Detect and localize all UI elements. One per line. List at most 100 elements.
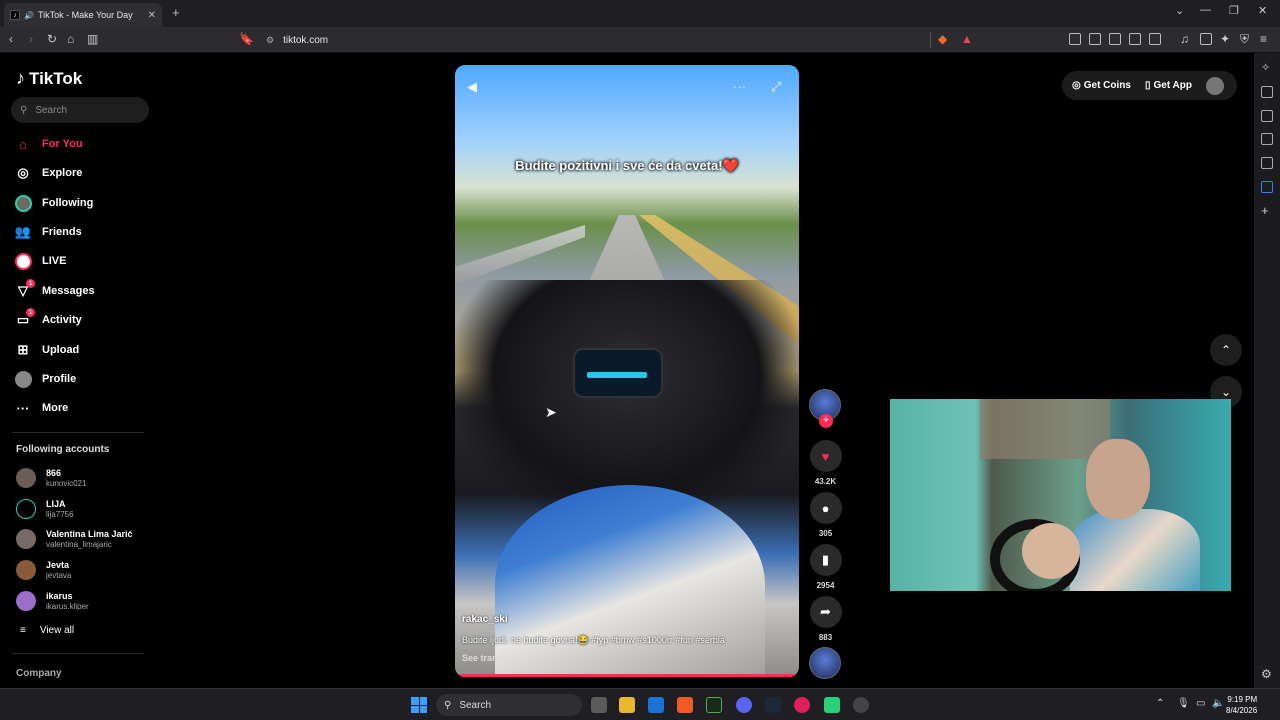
brave-icon[interactable] <box>677 697 693 713</box>
menu-icon[interactable]: ≡ <box>1260 32 1267 46</box>
bookmark-icon[interactable]: 🔖 <box>239 32 254 46</box>
sidebar-settings-icon[interactable]: ⚙ <box>1261 667 1273 681</box>
video-player[interactable]: ◀ ··· ⤢ Budite pozitivni i sve će da cve… <box>455 65 799 677</box>
tray-overflow-icon[interactable]: ⌃ <box>1156 698 1164 709</box>
more-options-icon[interactable]: ··· <box>733 79 746 94</box>
browser-tab[interactable]: ♪ 🔊 TikTok - Make Your Day ✕ <box>4 3 162 27</box>
display-icon[interactable]: ▭ <box>1196 698 1205 709</box>
follow-plus-icon[interactable]: + <box>819 414 833 428</box>
system-clock[interactable]: 9:19 PM 8/4/2026 <box>1226 694 1257 716</box>
wallet-icon[interactable] <box>1200 33 1212 45</box>
save-button[interactable]: ▮ 2954 <box>809 544 842 590</box>
see-translation-link[interactable]: See translation <box>462 653 527 663</box>
tiktok-logo[interactable]: ♪ TikTok <box>16 68 82 89</box>
steam-icon[interactable] <box>765 697 781 713</box>
following-account[interactable]: 866 kunovic021 <box>16 465 156 491</box>
bookmarks-icon[interactable] <box>1109 33 1121 45</box>
taskbar-search-label: Search <box>459 699 492 711</box>
file-explorer-icon[interactable] <box>619 697 635 713</box>
discord-icon[interactable] <box>736 697 752 713</box>
like-button[interactable]: ♥ 43.2K <box>809 440 842 486</box>
nav-upload[interactable]: ⊞ Upload <box>14 339 154 361</box>
taskbar-search[interactable]: ⚲ Search <box>436 694 582 716</box>
sidebar-panel-icon[interactable] <box>1261 86 1273 98</box>
nav-explore[interactable]: ◎ Explore <box>14 162 154 184</box>
vpn-icon[interactable]: ⛨ <box>1240 32 1249 47</box>
nav-for-you[interactable]: ⌂ For You <box>14 133 154 155</box>
user-avatar[interactable] <box>1206 76 1224 95</box>
new-tab-button[interactable]: + <box>172 5 180 20</box>
extension-icon[interactable] <box>1069 33 1081 45</box>
nav-live[interactable]: LIVE <box>14 250 154 272</box>
task-view-icon[interactable] <box>591 697 607 713</box>
home-icon[interactable]: ⌂ <box>67 32 74 46</box>
media-player-icon[interactable] <box>794 697 810 713</box>
tab-list-icon[interactable]: ⌄ <box>1175 4 1184 17</box>
fullscreen-icon[interactable]: ⤢ <box>771 79 781 95</box>
phone-icon: ▯ <box>1144 80 1151 91</box>
sidebar-toggle-icon[interactable]: ▥ <box>87 32 98 46</box>
brave-rewards-icon[interactable]: ▲ <box>961 32 973 46</box>
nav-profile[interactable]: Profile <box>14 368 154 390</box>
reading-list-icon[interactable] <box>1129 33 1141 45</box>
tiktok-favicon-icon: ♪ <box>10 10 20 20</box>
reload-icon[interactable]: ↻ <box>47 32 57 46</box>
leo-sidebar-icon[interactable]: ✧ <box>1261 61 1273 74</box>
video-author[interactable]: rakac_ski <box>462 614 508 625</box>
following-account[interactable]: ikarus ikarus.kliper <box>16 588 156 614</box>
get-coins-button[interactable]: ◎ Get Coins <box>1072 80 1131 91</box>
get-app-label: Get App <box>1153 80 1192 91</box>
extensions-puzzle-icon[interactable] <box>1089 33 1101 45</box>
share-button[interactable]: ➦ 883 <box>809 596 842 642</box>
home-icon: ⌂ <box>19 136 27 152</box>
close-window-icon[interactable]: ✕ <box>1258 4 1267 17</box>
view-all-link[interactable]: ≡ View all <box>20 625 74 636</box>
bookmarks-sidebar-icon[interactable] <box>1261 133 1273 145</box>
volume-icon[interactable]: 🔈 <box>1212 698 1224 709</box>
reading-sidebar-icon[interactable] <box>1261 157 1273 169</box>
minimize-icon[interactable]: — <box>1200 4 1211 16</box>
media-icon[interactable]: ♫ <box>1180 32 1189 46</box>
wallet-sidebar-icon[interactable] <box>1261 110 1273 122</box>
video-progress-bar[interactable] <box>455 674 799 677</box>
comment-button[interactable]: ● 305 <box>809 492 842 538</box>
brave-shields-icon[interactable]: ◆ <box>938 32 947 46</box>
tab-search-icon[interactable] <box>1149 33 1161 45</box>
leo-ai-icon[interactable]: ✦ <box>1220 32 1230 46</box>
heart-icon: ♥ <box>809 440 842 472</box>
following-account[interactable]: Jevta jevtava <box>16 557 156 583</box>
speaker-icon[interactable]: 🔊 <box>24 11 34 20</box>
account-handle: ikarus.kliper <box>46 601 89 611</box>
add-sidebar-icon[interactable]: + <box>1261 203 1273 218</box>
previous-video-button[interactable]: ⌃ <box>1210 334 1242 366</box>
sound-disc-button[interactable] <box>809 647 842 679</box>
close-tab-icon[interactable]: ✕ <box>148 10 156 21</box>
start-button[interactable] <box>411 697 427 713</box>
obs-icon[interactable] <box>853 697 869 713</box>
nav-friends[interactable]: 👥 Friends <box>14 221 154 243</box>
search-placeholder: Search <box>35 104 68 116</box>
address-bar[interactable]: ⚙ tiktok.com <box>258 30 978 50</box>
nav-activity[interactable]: ▭ 1 Activity <box>14 308 154 331</box>
terminal-icon[interactable] <box>706 697 722 713</box>
get-app-button[interactable]: ▯ Get App <box>1145 80 1192 91</box>
browser-sidebar: ✧ + ⚙ <box>1254 53 1280 688</box>
microphone-icon[interactable]: 🎙 <box>1177 698 1190 709</box>
outlook-icon[interactable] <box>648 697 664 713</box>
back-icon[interactable]: ‹ <box>9 32 13 46</box>
mute-icon[interactable]: ◀ <box>467 79 477 95</box>
maximize-icon[interactable]: ❐ <box>1229 4 1239 17</box>
nav-following[interactable]: Following <box>14 192 154 214</box>
chat-app-icon[interactable] <box>824 697 840 713</box>
company-heading[interactable]: Company <box>16 668 62 679</box>
forward-icon[interactable]: › <box>29 32 33 46</box>
nav-more[interactable]: ··· More <box>14 397 154 419</box>
site-info-icon[interactable]: ⚙ <box>266 35 274 46</box>
creator-avatar-button[interactable]: + <box>809 389 842 428</box>
following-account[interactable]: LIJA lija7756 <box>16 496 156 522</box>
following-account[interactable]: Valentina Lima Jarić valentina_limajaric <box>16 526 156 552</box>
brand-name: TikTok <box>29 68 83 88</box>
nav-messages[interactable]: ▽ 1 Messages <box>14 279 154 302</box>
app-sidebar-icon[interactable] <box>1261 181 1273 193</box>
search-input[interactable]: ⚲ Search <box>11 97 149 123</box>
